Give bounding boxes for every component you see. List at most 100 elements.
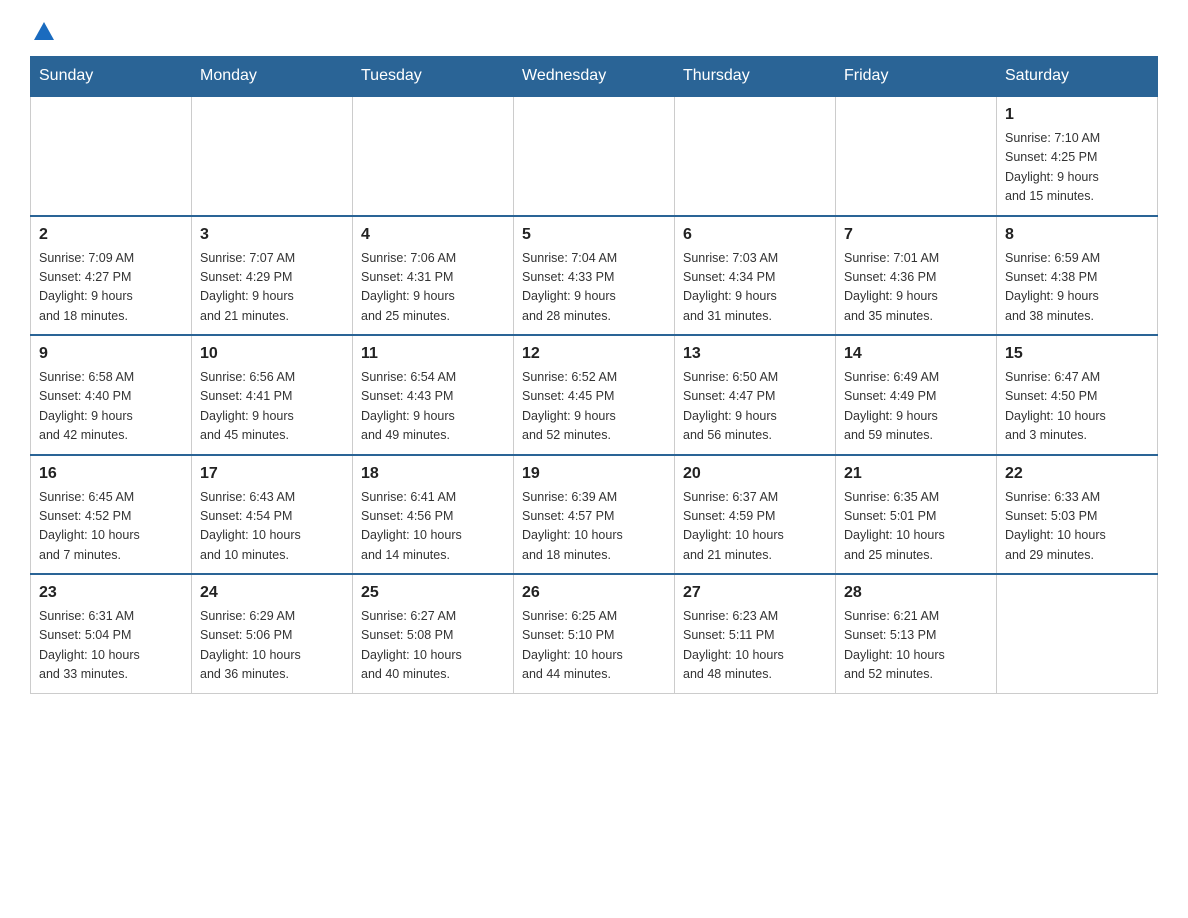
calendar-cell: 25Sunrise: 6:27 AM Sunset: 5:08 PM Dayli… <box>353 574 514 693</box>
calendar-cell <box>514 96 675 216</box>
calendar-cell <box>192 96 353 216</box>
calendar-cell <box>836 96 997 216</box>
day-info: Sunrise: 6:54 AM Sunset: 4:43 PM Dayligh… <box>361 368 505 446</box>
day-number: 24 <box>200 581 344 605</box>
calendar-cell: 17Sunrise: 6:43 AM Sunset: 4:54 PM Dayli… <box>192 455 353 575</box>
calendar-cell: 15Sunrise: 6:47 AM Sunset: 4:50 PM Dayli… <box>997 335 1158 455</box>
calendar-cell: 2Sunrise: 7:09 AM Sunset: 4:27 PM Daylig… <box>31 216 192 336</box>
day-number: 20 <box>683 462 827 486</box>
day-number: 2 <box>39 223 183 247</box>
day-info: Sunrise: 6:27 AM Sunset: 5:08 PM Dayligh… <box>361 607 505 685</box>
day-info: Sunrise: 6:23 AM Sunset: 5:11 PM Dayligh… <box>683 607 827 685</box>
day-info: Sunrise: 6:37 AM Sunset: 4:59 PM Dayligh… <box>683 488 827 566</box>
day-number: 15 <box>1005 342 1149 366</box>
day-info: Sunrise: 7:06 AM Sunset: 4:31 PM Dayligh… <box>361 249 505 327</box>
header-day-saturday: Saturday <box>997 57 1158 97</box>
logo-general <box>30 20 54 38</box>
calendar-cell <box>31 96 192 216</box>
day-number: 5 <box>522 223 666 247</box>
day-info: Sunrise: 7:04 AM Sunset: 4:33 PM Dayligh… <box>522 249 666 327</box>
day-number: 16 <box>39 462 183 486</box>
calendar-cell: 16Sunrise: 6:45 AM Sunset: 4:52 PM Dayli… <box>31 455 192 575</box>
header-day-monday: Monday <box>192 57 353 97</box>
calendar-cell: 21Sunrise: 6:35 AM Sunset: 5:01 PM Dayli… <box>836 455 997 575</box>
day-number: 25 <box>361 581 505 605</box>
calendar-cell <box>675 96 836 216</box>
day-info: Sunrise: 6:45 AM Sunset: 4:52 PM Dayligh… <box>39 488 183 566</box>
day-info: Sunrise: 6:52 AM Sunset: 4:45 PM Dayligh… <box>522 368 666 446</box>
calendar-cell: 11Sunrise: 6:54 AM Sunset: 4:43 PM Dayli… <box>353 335 514 455</box>
day-info: Sunrise: 6:39 AM Sunset: 4:57 PM Dayligh… <box>522 488 666 566</box>
calendar-cell <box>997 574 1158 693</box>
calendar-week-0: 1Sunrise: 7:10 AM Sunset: 4:25 PM Daylig… <box>31 96 1158 216</box>
header-day-tuesday: Tuesday <box>353 57 514 97</box>
day-number: 4 <box>361 223 505 247</box>
calendar-cell: 7Sunrise: 7:01 AM Sunset: 4:36 PM Daylig… <box>836 216 997 336</box>
calendar-week-1: 2Sunrise: 7:09 AM Sunset: 4:27 PM Daylig… <box>31 216 1158 336</box>
calendar-week-4: 23Sunrise: 6:31 AM Sunset: 5:04 PM Dayli… <box>31 574 1158 693</box>
day-info: Sunrise: 6:56 AM Sunset: 4:41 PM Dayligh… <box>200 368 344 446</box>
day-info: Sunrise: 6:50 AM Sunset: 4:47 PM Dayligh… <box>683 368 827 446</box>
day-info: Sunrise: 6:25 AM Sunset: 5:10 PM Dayligh… <box>522 607 666 685</box>
calendar-cell: 13Sunrise: 6:50 AM Sunset: 4:47 PM Dayli… <box>675 335 836 455</box>
header-day-thursday: Thursday <box>675 57 836 97</box>
day-info: Sunrise: 6:29 AM Sunset: 5:06 PM Dayligh… <box>200 607 344 685</box>
calendar-week-2: 9Sunrise: 6:58 AM Sunset: 4:40 PM Daylig… <box>31 335 1158 455</box>
day-number: 28 <box>844 581 988 605</box>
day-info: Sunrise: 7:09 AM Sunset: 4:27 PM Dayligh… <box>39 249 183 327</box>
day-info: Sunrise: 7:07 AM Sunset: 4:29 PM Dayligh… <box>200 249 344 327</box>
calendar-cell: 23Sunrise: 6:31 AM Sunset: 5:04 PM Dayli… <box>31 574 192 693</box>
day-number: 19 <box>522 462 666 486</box>
day-number: 8 <box>1005 223 1149 247</box>
calendar-cell: 26Sunrise: 6:25 AM Sunset: 5:10 PM Dayli… <box>514 574 675 693</box>
calendar-cell: 10Sunrise: 6:56 AM Sunset: 4:41 PM Dayli… <box>192 335 353 455</box>
calendar-header: SundayMondayTuesdayWednesdayThursdayFrid… <box>31 57 1158 97</box>
calendar-cell: 22Sunrise: 6:33 AM Sunset: 5:03 PM Dayli… <box>997 455 1158 575</box>
calendar-table: SundayMondayTuesdayWednesdayThursdayFrid… <box>30 56 1158 694</box>
day-number: 3 <box>200 223 344 247</box>
day-info: Sunrise: 6:31 AM Sunset: 5:04 PM Dayligh… <box>39 607 183 685</box>
day-info: Sunrise: 7:01 AM Sunset: 4:36 PM Dayligh… <box>844 249 988 327</box>
day-number: 10 <box>200 342 344 366</box>
header-day-friday: Friday <box>836 57 997 97</box>
page-header <box>30 20 1158 38</box>
calendar-cell <box>353 96 514 216</box>
day-info: Sunrise: 6:49 AM Sunset: 4:49 PM Dayligh… <box>844 368 988 446</box>
logo-triangle-icon <box>34 22 54 40</box>
calendar-body: 1Sunrise: 7:10 AM Sunset: 4:25 PM Daylig… <box>31 96 1158 693</box>
calendar-cell: 3Sunrise: 7:07 AM Sunset: 4:29 PM Daylig… <box>192 216 353 336</box>
day-info: Sunrise: 7:03 AM Sunset: 4:34 PM Dayligh… <box>683 249 827 327</box>
calendar-cell: 6Sunrise: 7:03 AM Sunset: 4:34 PM Daylig… <box>675 216 836 336</box>
day-number: 17 <box>200 462 344 486</box>
day-info: Sunrise: 6:58 AM Sunset: 4:40 PM Dayligh… <box>39 368 183 446</box>
calendar-cell: 12Sunrise: 6:52 AM Sunset: 4:45 PM Dayli… <box>514 335 675 455</box>
day-number: 7 <box>844 223 988 247</box>
day-number: 14 <box>844 342 988 366</box>
calendar-cell: 5Sunrise: 7:04 AM Sunset: 4:33 PM Daylig… <box>514 216 675 336</box>
calendar-cell: 1Sunrise: 7:10 AM Sunset: 4:25 PM Daylig… <box>997 96 1158 216</box>
day-info: Sunrise: 6:33 AM Sunset: 5:03 PM Dayligh… <box>1005 488 1149 566</box>
day-info: Sunrise: 6:47 AM Sunset: 4:50 PM Dayligh… <box>1005 368 1149 446</box>
day-number: 6 <box>683 223 827 247</box>
calendar-cell: 4Sunrise: 7:06 AM Sunset: 4:31 PM Daylig… <box>353 216 514 336</box>
calendar-cell: 19Sunrise: 6:39 AM Sunset: 4:57 PM Dayli… <box>514 455 675 575</box>
calendar-cell: 24Sunrise: 6:29 AM Sunset: 5:06 PM Dayli… <box>192 574 353 693</box>
calendar-cell: 20Sunrise: 6:37 AM Sunset: 4:59 PM Dayli… <box>675 455 836 575</box>
day-number: 23 <box>39 581 183 605</box>
day-info: Sunrise: 7:10 AM Sunset: 4:25 PM Dayligh… <box>1005 129 1149 207</box>
day-info: Sunrise: 6:59 AM Sunset: 4:38 PM Dayligh… <box>1005 249 1149 327</box>
header-row: SundayMondayTuesdayWednesdayThursdayFrid… <box>31 57 1158 97</box>
calendar-cell: 14Sunrise: 6:49 AM Sunset: 4:49 PM Dayli… <box>836 335 997 455</box>
day-number: 9 <box>39 342 183 366</box>
day-number: 12 <box>522 342 666 366</box>
day-number: 21 <box>844 462 988 486</box>
day-number: 18 <box>361 462 505 486</box>
day-number: 13 <box>683 342 827 366</box>
calendar-week-3: 16Sunrise: 6:45 AM Sunset: 4:52 PM Dayli… <box>31 455 1158 575</box>
day-info: Sunrise: 6:21 AM Sunset: 5:13 PM Dayligh… <box>844 607 988 685</box>
calendar-cell: 9Sunrise: 6:58 AM Sunset: 4:40 PM Daylig… <box>31 335 192 455</box>
calendar-cell: 27Sunrise: 6:23 AM Sunset: 5:11 PM Dayli… <box>675 574 836 693</box>
calendar-cell: 18Sunrise: 6:41 AM Sunset: 4:56 PM Dayli… <box>353 455 514 575</box>
day-info: Sunrise: 6:43 AM Sunset: 4:54 PM Dayligh… <box>200 488 344 566</box>
logo <box>30 20 54 38</box>
